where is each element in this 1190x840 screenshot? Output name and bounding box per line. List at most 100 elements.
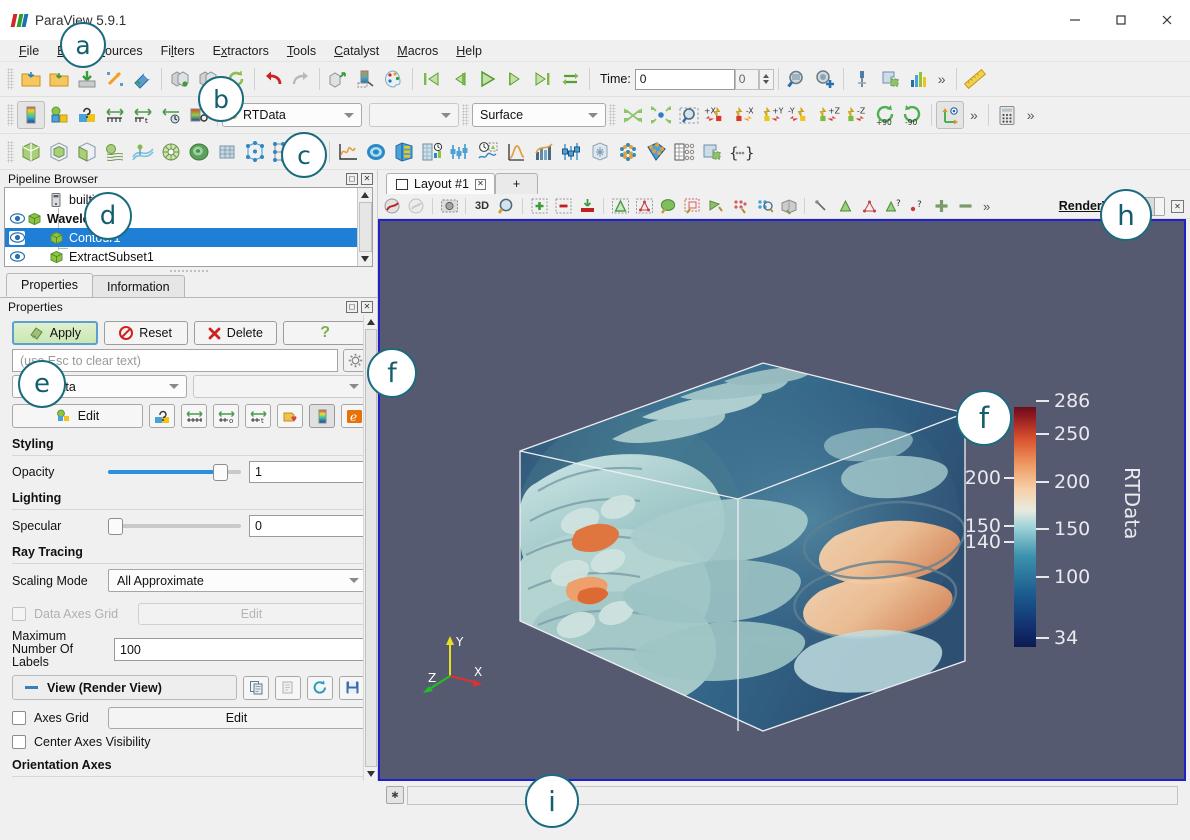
set-view-minus-z-icon[interactable]: -Z (843, 101, 871, 129)
close-icon[interactable]: ✕ (361, 300, 373, 313)
display-component-select[interactable] (192, 375, 367, 398)
tab-properties[interactable]: Properties (6, 273, 93, 297)
color-map-icon[interactable] (17, 101, 45, 129)
scroll-up-icon[interactable] (358, 188, 373, 202)
toolbar-grip[interactable] (609, 104, 616, 126)
undock-icon[interactable]: ◻ (346, 300, 358, 313)
undo-camera-icon[interactable] (324, 65, 352, 93)
save-settings-icon[interactable] (339, 675, 365, 700)
box-chart-icon[interactable] (558, 138, 586, 166)
apply-button[interactable]: Apply (12, 321, 98, 345)
temporal-stats-icon[interactable] (446, 138, 474, 166)
toggle-3d-icon[interactable]: 3D (470, 195, 494, 217)
rescale-visible-icon[interactable] (101, 101, 129, 129)
tab-layout-1[interactable]: Layout #1 ✕ (386, 173, 495, 194)
time-index-stepper[interactable] (758, 68, 774, 90)
zoom-to-data-icon[interactable] (619, 101, 647, 129)
group-datasets-icon[interactable] (241, 138, 269, 166)
list-item[interactable]: Wavelet1 (5, 209, 357, 228)
menu-help[interactable]: Help (447, 42, 491, 60)
plot-selection-over-time-icon[interactable] (857, 195, 881, 217)
reset-button[interactable]: Reset (103, 321, 188, 345)
use-separate-colormap-icon[interactable] (277, 404, 303, 428)
plot-data-over-time-icon[interactable] (474, 138, 502, 166)
scroll-down-icon[interactable] (358, 252, 373, 266)
set-view-plus-y-icon[interactable]: +Y (759, 101, 787, 129)
hover-cells-icon[interactable] (809, 195, 833, 217)
restore-defaults-icon[interactable] (307, 675, 333, 700)
subtract-selection-icon[interactable] (551, 195, 575, 217)
axes-grid-edit-button[interactable]: Edit (108, 707, 365, 729)
programmable-filter-icon[interactable]: {} (726, 138, 754, 166)
time-index-input[interactable]: 0 (734, 68, 759, 90)
camera-undo-icon[interactable] (404, 195, 428, 217)
save-data-icon[interactable] (73, 65, 101, 93)
close-icon[interactable]: ✕ (361, 172, 373, 185)
close-layout-icon[interactable]: ✕ (474, 178, 486, 190)
render-view[interactable]: Y X Z 200 150 140 286 250 200 150 100 34… (378, 219, 1186, 781)
select-frustum-cells-icon[interactable] (680, 195, 704, 217)
zoom-to-box-icon[interactable] (675, 101, 703, 129)
opacity-value-input[interactable]: 1 (249, 461, 365, 483)
interactive-select-icon[interactable] (776, 195, 800, 217)
representation-select[interactable]: Surface (472, 103, 606, 127)
select-query-icon[interactable]: ? (881, 195, 905, 217)
slice-icon[interactable] (73, 138, 101, 166)
show-center-icon[interactable] (936, 101, 964, 129)
previous-frame-icon[interactable] (445, 65, 473, 93)
rescale-time-icon[interactable]: t (129, 101, 157, 129)
close-view-icon[interactable]: ✕ (1171, 199, 1184, 213)
minimize-button[interactable] (1052, 0, 1098, 40)
first-frame-icon[interactable] (417, 65, 445, 93)
point-query-icon[interactable]: ? (905, 195, 929, 217)
spreadsheet-icon[interactable] (390, 138, 418, 166)
redo-camera-icon[interactable] (352, 65, 380, 93)
last-frame-icon[interactable] (529, 65, 557, 93)
toggle-selection-icon[interactable] (575, 195, 599, 217)
rotate-90-icon[interactable]: +90 (871, 101, 899, 129)
toolbar-grip[interactable] (462, 104, 469, 126)
connect-icon[interactable] (101, 65, 129, 93)
rescale-visible-range-icon[interactable]: t (245, 404, 271, 428)
toolbar-grip[interactable] (7, 104, 14, 126)
menu-filters[interactable]: Filters (152, 42, 204, 60)
color-legend-icon[interactable] (309, 404, 335, 428)
set-view-minus-x-icon[interactable]: -X (731, 101, 759, 129)
save-state-icon[interactable] (166, 65, 194, 93)
time-input[interactable]: 0 (634, 68, 735, 90)
disconnect-icon[interactable] (129, 65, 157, 93)
screenshot-icon[interactable] (811, 65, 839, 93)
select-points-icon[interactable] (632, 195, 656, 217)
histogram-filter-icon[interactable] (418, 138, 446, 166)
point-gaussian-icon[interactable] (642, 138, 670, 166)
menu-macros[interactable]: Macros (388, 42, 447, 60)
threshold-icon[interactable] (101, 138, 129, 166)
color-array-select[interactable]: RTData (222, 103, 362, 127)
plot-over-line-icon[interactable] (334, 138, 362, 166)
help-button[interactable]: ? (283, 321, 367, 345)
visibility-toggle[interactable] (9, 193, 25, 207)
specular-value-input[interactable]: 0 (249, 515, 365, 537)
menu-file[interactable]: File (10, 42, 48, 60)
camera-screenshot-icon[interactable] (437, 195, 461, 217)
rotate-neg-90-icon[interactable]: -90 (899, 101, 927, 129)
select-points-through-icon[interactable] (752, 195, 776, 217)
set-view-minus-y-icon[interactable]: -Y (787, 101, 815, 129)
color-component-select[interactable] (369, 103, 459, 127)
plot-selection-icon[interactable] (362, 138, 390, 166)
new-layout-filter-icon[interactable] (698, 138, 726, 166)
list-item[interactable]: ExtractSubset1 (5, 247, 357, 266)
next-frame-icon[interactable] (501, 65, 529, 93)
color-palette-icon[interactable] (380, 65, 408, 93)
toolbar-overflow-button[interactable]: » (932, 71, 952, 87)
volume-icon[interactable] (586, 138, 614, 166)
find-data-icon[interactable] (783, 65, 811, 93)
select-cells-icon[interactable] (608, 195, 632, 217)
paste-icon[interactable] (275, 675, 301, 700)
hover-points-icon[interactable] (833, 195, 857, 217)
select-surface-cells-icon[interactable] (656, 195, 680, 217)
calculator-icon[interactable] (993, 101, 1021, 129)
magnify-icon[interactable] (494, 195, 518, 217)
stream-tracer-icon[interactable] (129, 138, 157, 166)
choose-preset-icon[interactable] (149, 404, 175, 428)
